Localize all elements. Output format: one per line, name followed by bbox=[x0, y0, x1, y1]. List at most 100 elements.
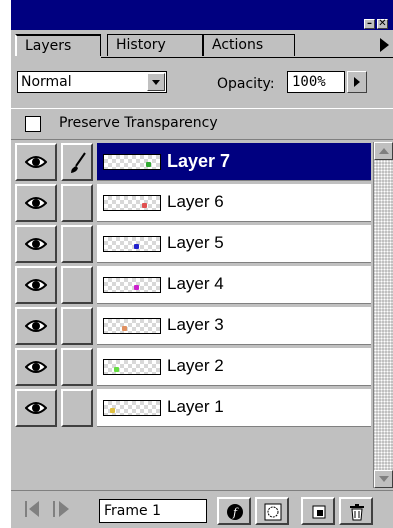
tab-layers[interactable]: Layers bbox=[15, 34, 101, 56]
preserve-transparency-row: Preserve Transparency bbox=[11, 108, 393, 140]
layer-name-label: Layer 5 bbox=[167, 233, 224, 252]
previous-frame-icon[interactable] bbox=[29, 501, 39, 517]
thumbnail-content bbox=[142, 203, 147, 208]
frame-label: Frame 1 bbox=[104, 503, 161, 519]
palette-menu-arrow-icon[interactable] bbox=[380, 38, 389, 52]
thumbnail-content bbox=[146, 162, 151, 167]
layer-mask-icon bbox=[264, 503, 282, 521]
layer-row[interactable]: Layer 7 bbox=[15, 142, 371, 182]
eye-icon bbox=[25, 156, 47, 168]
blend-options-row: Normal Opacity: 100% bbox=[11, 63, 393, 103]
opacity-label: Opacity: bbox=[217, 76, 275, 92]
tab-layers-label: Layers bbox=[25, 38, 72, 54]
next-frame-icon[interactable] bbox=[59, 501, 69, 517]
eye-icon bbox=[25, 238, 47, 250]
layer-name-cell[interactable]: Layer 4 bbox=[97, 266, 371, 304]
layer-link-toggle[interactable] bbox=[61, 266, 93, 304]
layer-row[interactable]: Layer 4 bbox=[15, 265, 371, 305]
thumbnail-content bbox=[122, 326, 127, 331]
layer-link-toggle[interactable] bbox=[61, 307, 93, 345]
layer-name-cell[interactable]: Layer 2 bbox=[97, 348, 371, 386]
layer-visibility-toggle[interactable] bbox=[15, 184, 57, 222]
scroll-up-arrow-icon[interactable] bbox=[374, 142, 393, 160]
layer-name-cell[interactable]: Layer 6 bbox=[97, 184, 371, 222]
blend-mode-select[interactable]: Normal bbox=[17, 71, 167, 93]
layers-palette: – ✕ Layers History Actions Normal Opacit… bbox=[11, 0, 393, 528]
layer-name-label: Layer 1 bbox=[167, 397, 224, 416]
layer-thumbnail bbox=[103, 236, 161, 252]
layer-thumbnail bbox=[103, 154, 161, 170]
layer-visibility-toggle[interactable] bbox=[15, 225, 57, 263]
new-layer-icon bbox=[312, 505, 326, 519]
layer-link-toggle[interactable] bbox=[61, 348, 93, 386]
delete-layer-button[interactable] bbox=[339, 497, 373, 525]
thumbnail-content bbox=[114, 367, 119, 372]
layer-thumbnail bbox=[103, 359, 161, 375]
tab-history[interactable]: History bbox=[107, 34, 203, 56]
layer-effects-button[interactable]: f bbox=[217, 497, 251, 525]
layer-visibility-toggle[interactable] bbox=[15, 348, 57, 386]
layer-name-cell[interactable]: Layer 7 bbox=[97, 143, 371, 181]
layer-row[interactable]: Layer 1 bbox=[15, 388, 371, 428]
eye-icon bbox=[25, 361, 47, 373]
layer-name-label: Layer 3 bbox=[167, 315, 224, 334]
layer-name-cell[interactable]: Layer 5 bbox=[97, 225, 371, 263]
thumbnail-content bbox=[134, 244, 139, 249]
layer-name-label: Layer 7 bbox=[167, 151, 231, 171]
new-layer-button[interactable] bbox=[301, 497, 335, 525]
layer-link-toggle[interactable] bbox=[61, 225, 93, 263]
frame-prev-bar bbox=[25, 501, 27, 517]
layer-effects-icon: f bbox=[227, 504, 243, 520]
frame-field[interactable]: Frame 1 bbox=[99, 499, 207, 523]
trash-icon bbox=[350, 504, 364, 521]
layers-list: Layer 7 Layer 6 Layer 5 Layer 4 Layer 3 Layer… bbox=[15, 142, 371, 488]
layer-name-cell[interactable]: Layer 1 bbox=[97, 389, 371, 427]
eye-icon bbox=[25, 402, 47, 414]
layer-link-toggle[interactable] bbox=[61, 389, 93, 427]
layer-name-cell[interactable]: Layer 3 bbox=[97, 307, 371, 345]
palette-bottom-bar: Frame 1 f bbox=[11, 490, 393, 528]
layer-visibility-toggle[interactable] bbox=[15, 266, 57, 304]
palette-title-bar[interactable]: – ✕ bbox=[11, 0, 393, 30]
layer-visibility-toggle[interactable] bbox=[15, 389, 57, 427]
add-layer-mask-button[interactable] bbox=[255, 497, 289, 525]
scroll-down-arrow-icon[interactable] bbox=[374, 470, 393, 488]
layer-visibility-toggle[interactable] bbox=[15, 307, 57, 345]
opacity-input[interactable]: 100% bbox=[287, 71, 345, 93]
layer-visibility-toggle[interactable] bbox=[15, 143, 57, 181]
layer-thumbnail bbox=[103, 400, 161, 416]
layer-name-label: Layer 6 bbox=[167, 192, 224, 211]
preserve-transparency-checkbox[interactable] bbox=[25, 116, 41, 132]
tab-history-label: History bbox=[116, 37, 166, 53]
tab-actions-label: Actions bbox=[212, 37, 264, 53]
layer-thumbnail bbox=[103, 277, 161, 293]
layer-row[interactable]: Layer 5 bbox=[15, 224, 371, 264]
brush-icon bbox=[71, 152, 86, 173]
eye-icon bbox=[25, 320, 47, 332]
layer-name-label: Layer 4 bbox=[167, 274, 224, 293]
thumbnail-content bbox=[110, 408, 115, 413]
layer-link-toggle[interactable] bbox=[61, 143, 93, 181]
eye-icon bbox=[25, 279, 47, 291]
layer-thumbnail bbox=[103, 195, 161, 211]
tab-actions[interactable]: Actions bbox=[203, 34, 295, 56]
thumbnail-content bbox=[134, 285, 139, 290]
close-button[interactable]: ✕ bbox=[377, 19, 388, 29]
layer-row[interactable]: Layer 6 bbox=[15, 183, 371, 223]
layer-row[interactable]: Layer 3 bbox=[15, 306, 371, 346]
frame-next-bar bbox=[53, 501, 55, 517]
blend-mode-value: Normal bbox=[21, 74, 72, 90]
layer-link-toggle[interactable] bbox=[61, 184, 93, 222]
tab-bar: Layers History Actions bbox=[11, 30, 393, 58]
opacity-value: 100% bbox=[292, 74, 326, 90]
preserve-transparency-label: Preserve Transparency bbox=[59, 115, 218, 131]
layer-name-label: Layer 2 bbox=[167, 356, 224, 375]
eye-icon bbox=[25, 197, 47, 209]
layer-thumbnail bbox=[103, 318, 161, 334]
layer-row[interactable]: Layer 2 bbox=[15, 347, 371, 387]
chevron-down-icon[interactable] bbox=[147, 73, 165, 91]
minimize-button[interactable]: – bbox=[364, 19, 375, 29]
tab-divider bbox=[101, 57, 393, 58]
opacity-slider-arrow-icon[interactable] bbox=[347, 71, 367, 93]
layers-scrollbar[interactable] bbox=[373, 142, 393, 488]
